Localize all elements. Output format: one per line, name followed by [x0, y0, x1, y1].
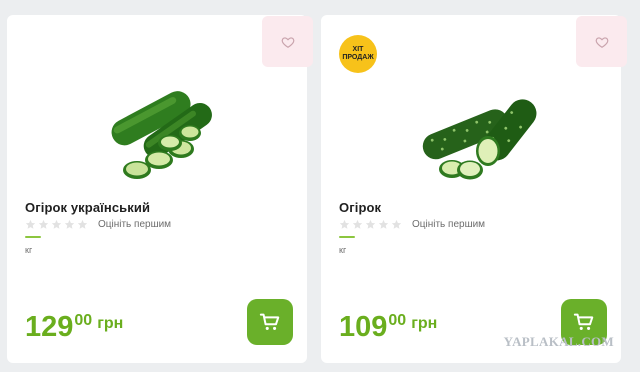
star-icon[interactable] — [378, 219, 389, 230]
rating-stars[interactable] — [339, 219, 402, 230]
product-title[interactable]: Огірок — [339, 200, 381, 215]
star-icon[interactable] — [77, 219, 88, 230]
price: 109 00 грн — [339, 312, 437, 342]
heart-icon — [595, 36, 608, 48]
add-to-cart-button[interactable] — [247, 299, 293, 345]
star-icon[interactable] — [64, 219, 75, 230]
favorite-button[interactable] — [262, 16, 313, 67]
star-icon[interactable] — [391, 219, 402, 230]
product-card[interactable]: Огірок український Оцініть першим кг 129… — [7, 15, 313, 363]
star-icon[interactable] — [352, 219, 363, 230]
heart-icon — [281, 36, 294, 48]
cart-icon — [573, 313, 594, 330]
price-decimal: 00 — [388, 312, 407, 329]
price-decimal: 00 — [74, 312, 93, 329]
badge-line-1: ХІТ — [352, 46, 364, 53]
star-icon[interactable] — [25, 219, 36, 230]
product-image[interactable] — [97, 73, 227, 191]
cart-icon — [259, 313, 280, 330]
price-integer: 109 — [339, 311, 388, 343]
star-icon[interactable] — [38, 219, 49, 230]
price-integer: 129 — [25, 311, 74, 343]
star-icon[interactable] — [339, 219, 350, 230]
product-card[interactable]: ХІТ ПРОДАЖ Огірок Оцініть першим кг 109 … — [321, 15, 627, 363]
favorite-button[interactable] — [576, 16, 627, 67]
watermark: YAPLAKAL.COM — [503, 334, 614, 349]
badge-line-2: ПРОДАЖ — [342, 54, 374, 61]
unit-label: кг — [25, 245, 33, 255]
rate-first-link[interactable]: Оцініть першим — [412, 219, 485, 230]
divider — [25, 236, 41, 238]
divider — [339, 236, 355, 238]
rate-first-link[interactable]: Оцініть першим — [98, 219, 171, 230]
star-icon[interactable] — [365, 219, 376, 230]
bestseller-badge: ХІТ ПРОДАЖ — [339, 35, 377, 73]
price-currency: грн — [97, 315, 124, 332]
star-icon[interactable] — [51, 219, 62, 230]
rating: Оцініть першим — [25, 219, 171, 230]
rating-stars[interactable] — [25, 219, 88, 230]
product-title[interactable]: Огірок український — [25, 200, 150, 215]
rating: Оцініть першим — [339, 219, 485, 230]
price-currency: грн — [411, 315, 438, 332]
product-image[interactable] — [416, 73, 546, 191]
unit-label: кг — [339, 245, 347, 255]
price: 129 00 грн — [25, 312, 123, 342]
